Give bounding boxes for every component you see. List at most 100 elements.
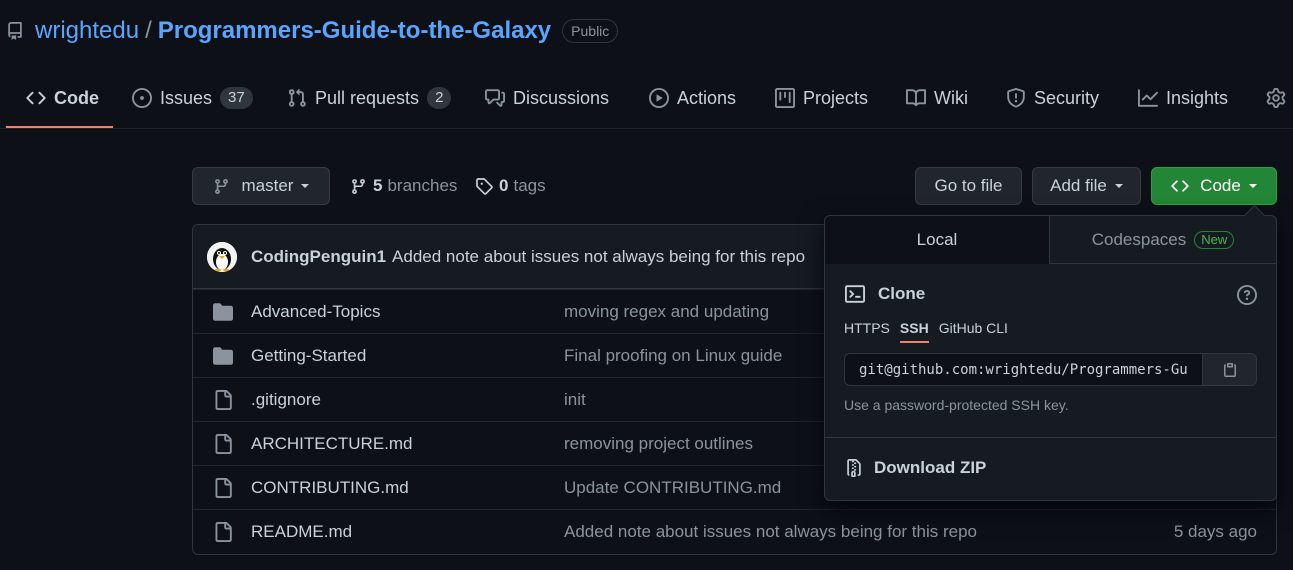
file-name[interactable]: Getting-Started	[251, 346, 366, 366]
chevron-down-icon	[301, 184, 310, 188]
add-file-label: Add file	[1050, 176, 1107, 195]
tab-discussions-label: Discussions	[513, 87, 610, 108]
code-button-label: Code	[1200, 176, 1241, 195]
table-row[interactable]: README.md Added note about issues not al…	[193, 509, 1276, 553]
tab-security-label: Security	[1034, 87, 1100, 108]
pull-requests-counter: 2	[427, 87, 452, 109]
file-icon	[215, 521, 232, 542]
tab-issues[interactable]: Issues 37	[132, 68, 253, 128]
file-date: 5 days ago	[1173, 521, 1257, 541]
path-separator: /	[145, 17, 152, 44]
tab-wiki-label: Wiki	[934, 87, 968, 108]
discussions-icon	[485, 89, 505, 107]
tab-issues-label: Issues	[160, 87, 213, 108]
file-icon	[215, 389, 232, 410]
tab-ssh[interactable]: SSH	[899, 320, 929, 343]
graph-icon	[1138, 89, 1158, 107]
branch-selector-button[interactable]: master	[192, 167, 330, 205]
file-icon	[215, 433, 232, 454]
tab-code-label: Code	[54, 87, 99, 108]
shield-icon	[1007, 88, 1025, 108]
issues-counter: 37	[220, 87, 253, 109]
clone-url-input[interactable]	[844, 353, 1203, 386]
tags-count: 0	[499, 176, 509, 195]
tab-discussions[interactable]: Discussions	[485, 68, 609, 128]
tab-pull-requests-label: Pull requests	[315, 87, 420, 108]
ssh-hint: Use a password-protected SSH key.	[844, 397, 1069, 413]
question-icon[interactable]	[1237, 285, 1257, 305]
clone-heading: Clone	[845, 284, 925, 304]
tag-icon	[476, 178, 493, 195]
file-icon	[215, 477, 232, 498]
repo-owner-link[interactable]: wrightedu	[35, 17, 139, 45]
file-commit-message[interactable]: removing project outlines	[564, 434, 753, 454]
clone-dropdown-tabs: Local Codespaces New	[825, 216, 1276, 264]
gear-icon	[1266, 88, 1286, 108]
file-commit-message[interactable]: Update CONTRIBUTING.md	[564, 478, 781, 498]
commit-message[interactable]: Added note about issues not always being…	[392, 247, 805, 267]
tab-projects[interactable]: Projects	[775, 68, 868, 128]
repo-nav-tabs: Code Issues 37 Pull requests 2 Discussio…	[6, 68, 1293, 128]
clone-dropdown: Local Codespaces New Clone HTTPS SSH Git…	[824, 215, 1277, 501]
folder-icon	[213, 346, 233, 365]
download-zip-label: Download ZIP	[874, 458, 987, 477]
repo-name-link[interactable]: Programmers-Guide-to-the-Galaxy	[158, 17, 551, 45]
code-icon	[26, 91, 46, 105]
file-name[interactable]: Advanced-Topics	[251, 302, 380, 322]
file-commit-message[interactable]: moving regex and updating	[564, 302, 769, 322]
commit-author[interactable]: CodingPenguin1	[251, 247, 386, 267]
file-commit-message[interactable]: Added note about issues not always being…	[564, 522, 977, 542]
repo-icon	[8, 22, 22, 40]
tab-wiki[interactable]: Wiki	[906, 68, 968, 128]
chevron-down-icon	[1248, 184, 1257, 188]
terminal-icon	[845, 285, 865, 303]
file-name[interactable]: .gitignore	[251, 390, 321, 410]
tab-github-cli[interactable]: GitHub CLI	[939, 320, 1008, 343]
play-icon	[649, 88, 669, 108]
code-dropdown-button[interactable]: Code	[1151, 167, 1277, 205]
tags-label: tags	[513, 176, 546, 195]
pull-request-icon	[288, 88, 306, 107]
clipboard-icon	[1223, 362, 1236, 377]
visibility-badge: Public	[562, 19, 619, 43]
branch-name: master	[241, 176, 294, 195]
new-badge: New	[1194, 230, 1235, 249]
protocol-tabs: HTTPS SSH GitHub CLI	[844, 320, 1018, 343]
tab-https[interactable]: HTTPS	[844, 320, 890, 343]
avatar[interactable]	[207, 241, 237, 272]
file-commit-message[interactable]: Final proofing on Linux guide	[564, 346, 782, 366]
file-commit-message[interactable]: init	[564, 390, 586, 410]
tab-codespaces[interactable]: Codespaces New	[1050, 216, 1276, 263]
tab-pull-requests[interactable]: Pull requests 2	[287, 68, 452, 128]
tags-link[interactable]: 0 tags	[475, 167, 546, 205]
tab-insights[interactable]: Insights	[1138, 68, 1228, 128]
code-icon	[1171, 180, 1189, 192]
penguin-avatar-icon	[207, 241, 237, 272]
tab-actions[interactable]: Actions	[649, 68, 736, 128]
tab-local[interactable]: Local	[825, 216, 1050, 264]
tab-codespaces-label: Codespaces	[1091, 229, 1187, 249]
dropdown-divider	[825, 437, 1276, 438]
tab-settings[interactable]	[1266, 68, 1293, 128]
add-file-button[interactable]: Add file	[1032, 167, 1141, 205]
branch-icon	[214, 178, 228, 194]
folder-icon	[213, 302, 233, 321]
go-to-file-button[interactable]: Go to file	[915, 167, 1022, 205]
file-name[interactable]: README.md	[251, 522, 352, 542]
tab-projects-label: Projects	[803, 87, 869, 108]
download-zip-button[interactable]: Download ZIP	[845, 458, 986, 478]
branches-count: 5	[373, 176, 383, 195]
tab-code[interactable]: Code	[6, 68, 113, 128]
tab-security[interactable]: Security	[1006, 68, 1099, 128]
branches-link[interactable]: 5 branches	[350, 167, 457, 205]
tabs-divider	[0, 128, 1293, 129]
tab-actions-label: Actions	[677, 87, 737, 108]
copy-url-button[interactable]	[1202, 353, 1257, 386]
project-icon	[775, 88, 795, 108]
clone-title: Clone	[878, 284, 926, 303]
book-icon	[906, 89, 926, 107]
file-name[interactable]: CONTRIBUTING.md	[251, 478, 409, 498]
branches-label: branches	[387, 176, 458, 195]
tab-insights-label: Insights	[1166, 87, 1229, 108]
file-name[interactable]: ARCHITECTURE.md	[251, 434, 413, 454]
